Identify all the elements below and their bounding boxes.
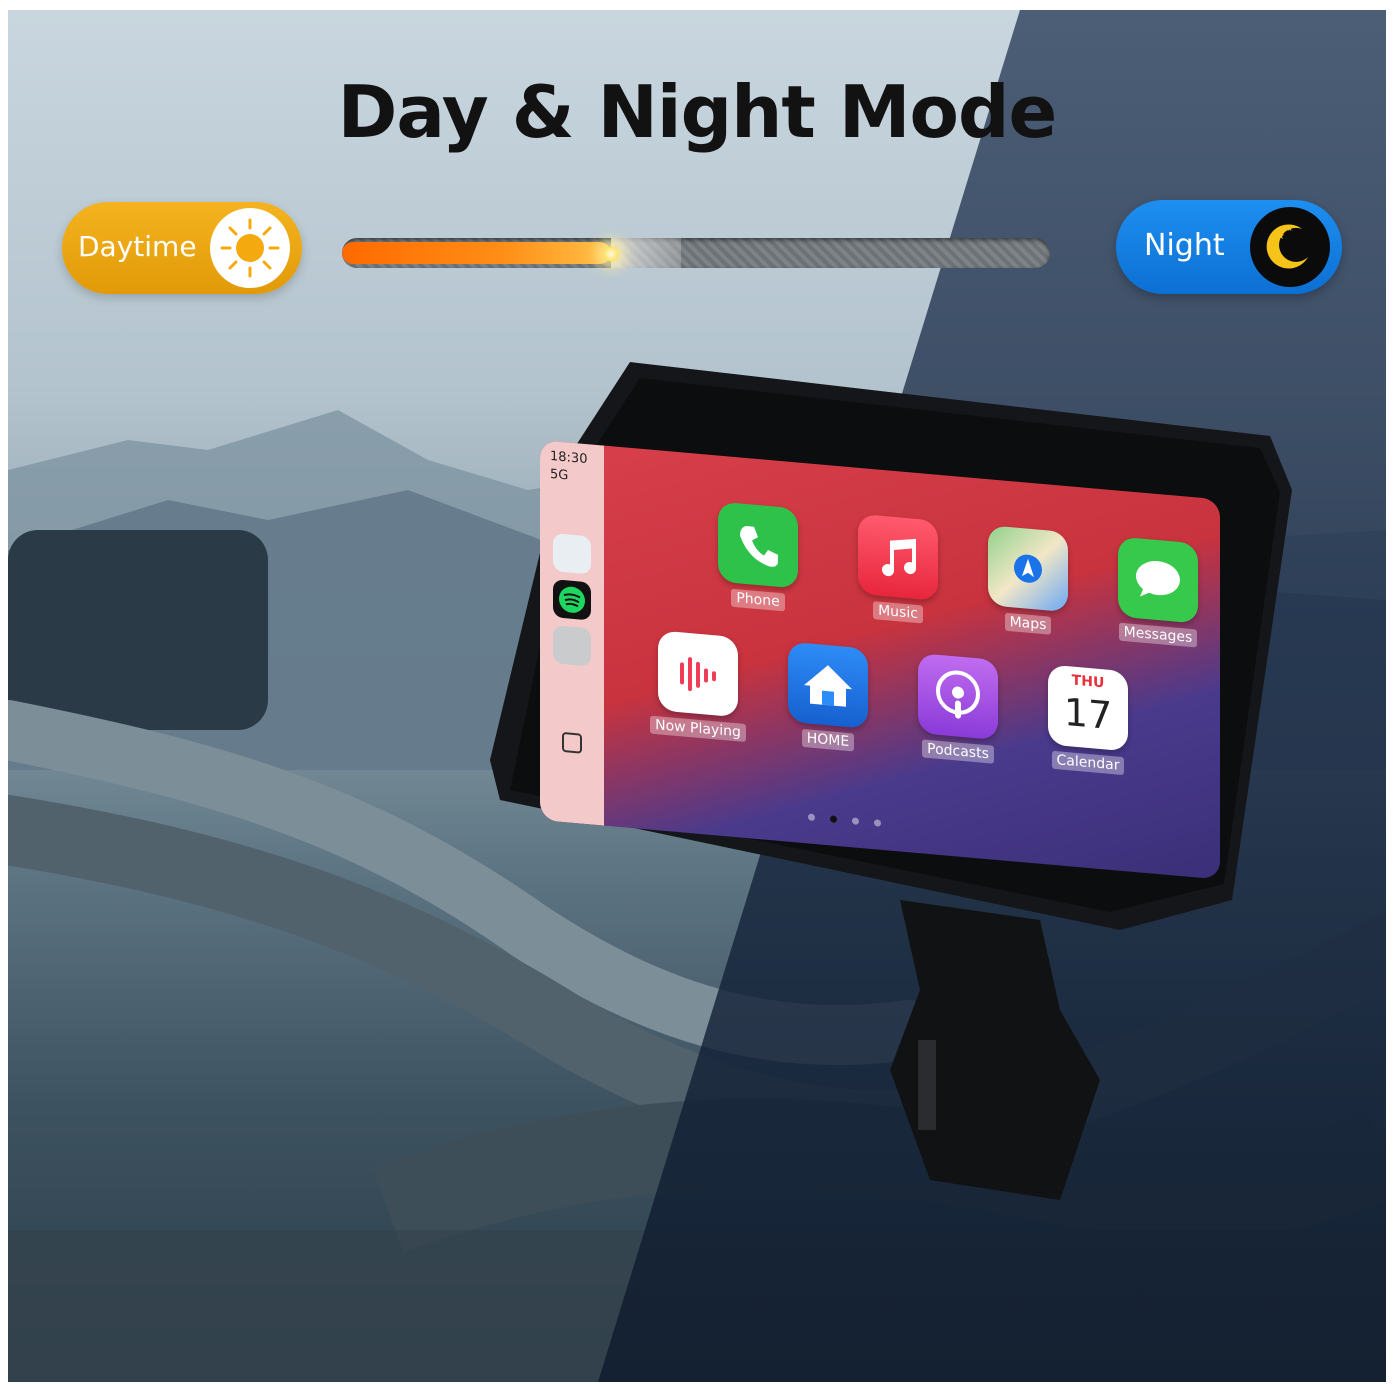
home-icon bbox=[788, 641, 868, 729]
podcasts-icon bbox=[918, 653, 998, 741]
page-dot[interactable] bbox=[808, 813, 815, 822]
app-label: Podcasts bbox=[922, 739, 994, 764]
calendar-icon: THU 17 bbox=[1048, 664, 1128, 752]
carplay-dock: 18:30 5G bbox=[540, 440, 604, 826]
page-dot[interactable] bbox=[830, 815, 837, 823]
now-playing-icon bbox=[658, 630, 738, 718]
app-music[interactable]: Music bbox=[828, 511, 968, 627]
app-label: Now Playing bbox=[650, 715, 746, 743]
dock-spotify-icon[interactable] bbox=[553, 579, 591, 621]
app-home[interactable]: HOME bbox=[758, 639, 898, 755]
messages-icon bbox=[1118, 536, 1198, 624]
app-calendar[interactable]: THU 17 Calendar bbox=[1018, 662, 1158, 778]
status-time: 18:30 bbox=[550, 448, 588, 468]
dashboard-button-icon[interactable] bbox=[562, 731, 582, 754]
app-label: Music bbox=[873, 601, 923, 624]
dock-maps-icon[interactable] bbox=[553, 533, 591, 575]
dock-settings-icon[interactable] bbox=[553, 625, 591, 667]
app-maps[interactable]: Maps bbox=[958, 523, 1098, 639]
phone-icon bbox=[718, 501, 798, 589]
page-dot[interactable] bbox=[874, 819, 881, 827]
app-messages[interactable]: Messages bbox=[1088, 534, 1220, 650]
app-label: Maps bbox=[1004, 612, 1052, 635]
app-label: Calendar bbox=[1051, 750, 1125, 776]
app-podcasts[interactable]: Podcasts bbox=[888, 650, 1028, 766]
status-network: 5G bbox=[550, 466, 569, 484]
app-label: Messages bbox=[1118, 622, 1198, 648]
music-icon bbox=[858, 513, 938, 601]
app-label: HOME bbox=[801, 728, 855, 752]
app-label: Phone bbox=[731, 588, 785, 612]
app-phone[interactable]: Phone bbox=[688, 499, 828, 615]
page-dot[interactable] bbox=[852, 817, 859, 825]
carplay-screen: 18:30 5G Phone Music Maps Messages Now P… bbox=[540, 440, 1220, 880]
calendar-date: 17 bbox=[1063, 689, 1113, 739]
maps-icon bbox=[988, 525, 1068, 613]
app-now-playing[interactable]: Now Playing bbox=[628, 628, 768, 744]
